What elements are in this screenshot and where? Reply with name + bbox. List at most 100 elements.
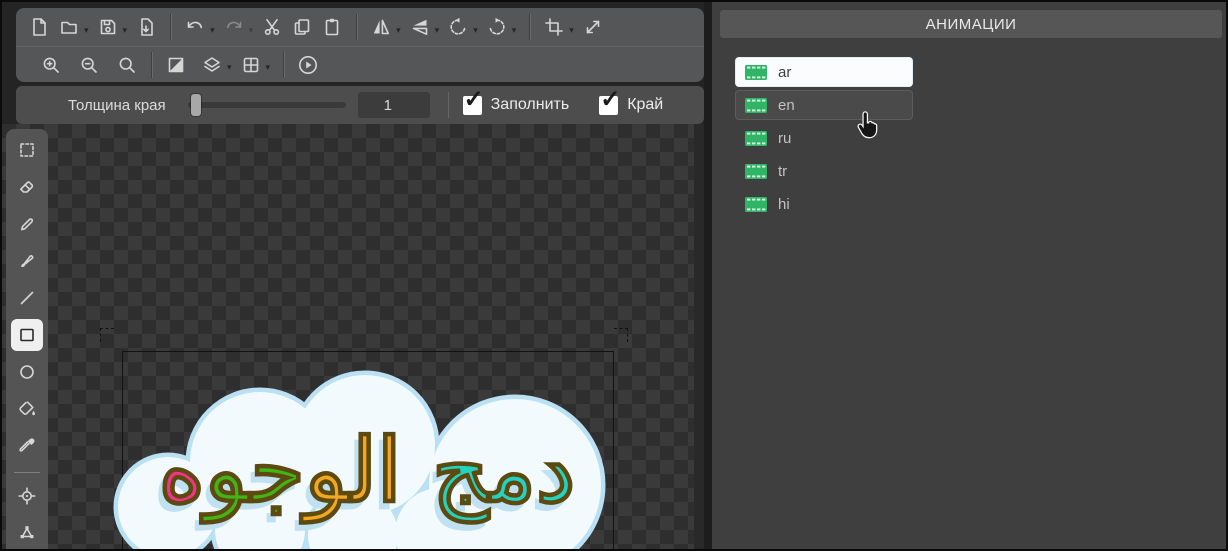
zoom-in-button[interactable] xyxy=(36,50,66,80)
film-icon xyxy=(745,65,767,80)
zoom-out-button[interactable] xyxy=(74,50,104,80)
fill-checkbox-label: Заполнить xyxy=(491,96,570,114)
hand-cursor-icon xyxy=(856,110,880,140)
artwork-arabic-text: دمج الوجوه xyxy=(132,412,602,532)
film-icon xyxy=(745,164,767,179)
zoom-reset-button[interactable] xyxy=(112,50,142,80)
flip-horizontal-caret[interactable]: ▾ xyxy=(396,25,401,36)
animation-label: ar xyxy=(778,64,791,81)
text-part-1: دمج xyxy=(432,421,575,520)
layers-caret[interactable]: ▾ xyxy=(227,62,232,73)
select-tool-button[interactable] xyxy=(11,134,43,166)
fill-checkbox-group[interactable]: ✓ Заполнить xyxy=(463,96,570,115)
open-file-caret[interactable]: ▾ xyxy=(84,25,89,36)
text-part-2: الو xyxy=(305,421,402,520)
check-icon: ✓ xyxy=(464,88,484,112)
grid-button[interactable] xyxy=(236,50,266,80)
editor-pane: دمج الوجوه ▾ ▾ ▾ ▾ ▾ xyxy=(2,2,704,551)
tool-separator xyxy=(14,472,40,473)
rotate-ccw-caret[interactable]: ▾ xyxy=(473,25,478,36)
undo-button[interactable] xyxy=(180,12,210,42)
toolbar-separator xyxy=(356,14,357,40)
animations-panel: АНИМАЦИИ ar en ru tr hi xyxy=(712,2,1228,551)
shape-nodes-tool-button[interactable] xyxy=(11,517,43,549)
selection-corner-top-right[interactable] xyxy=(614,328,628,342)
toolbar-row-2: ▾ ▾ xyxy=(16,46,704,82)
paste-button[interactable] xyxy=(317,12,347,42)
animation-label: ru xyxy=(778,130,791,147)
fill-checkbox[interactable]: ✓ xyxy=(463,96,482,115)
edge-thickness-slider[interactable] xyxy=(188,94,346,116)
animation-label: tr xyxy=(778,163,787,180)
animation-label: en xyxy=(778,97,795,114)
play-button[interactable] xyxy=(293,50,323,80)
pane-divider[interactable] xyxy=(704,2,712,551)
pencil-tool-button[interactable] xyxy=(11,208,43,240)
animation-item-tr[interactable]: tr xyxy=(736,157,912,185)
rotate-cw-caret[interactable]: ▾ xyxy=(512,25,517,36)
redo-button[interactable] xyxy=(219,12,249,42)
flip-horizontal-button[interactable] xyxy=(366,12,396,42)
text-part-4: ه xyxy=(159,421,205,520)
canvas-scrollbar[interactable] xyxy=(694,124,704,551)
toolbar-separator xyxy=(283,52,284,78)
grid-caret[interactable]: ▾ xyxy=(266,62,271,73)
invert-button[interactable] xyxy=(161,50,191,80)
fill-tool-button[interactable] xyxy=(11,393,43,425)
app-window: دمج الوجوه ▾ ▾ ▾ ▾ ▾ xyxy=(0,0,1228,551)
open-file-button[interactable] xyxy=(54,12,84,42)
flip-vertical-caret[interactable]: ▾ xyxy=(435,25,440,36)
redo-caret[interactable]: ▾ xyxy=(249,25,254,36)
film-icon xyxy=(745,131,767,146)
layers-button[interactable] xyxy=(197,50,227,80)
animation-label: hi xyxy=(778,196,790,213)
canvas[interactable]: دمج الوجوه xyxy=(2,124,704,551)
crop-caret[interactable]: ▾ xyxy=(569,25,574,36)
toolbar-separator xyxy=(170,14,171,40)
animation-item-hi[interactable]: hi xyxy=(736,190,912,218)
resize-button[interactable] xyxy=(578,12,608,42)
animations-panel-header: АНИМАЦИИ xyxy=(720,10,1222,38)
save-caret[interactable]: ▾ xyxy=(123,25,128,36)
crop-button[interactable] xyxy=(539,12,569,42)
import-file-button[interactable] xyxy=(131,12,161,42)
cut-button[interactable] xyxy=(257,12,287,42)
edge-thickness-input[interactable] xyxy=(358,92,430,118)
film-icon xyxy=(745,98,767,113)
line-tool-button[interactable] xyxy=(11,282,43,314)
selection-corner-top-left[interactable] xyxy=(100,328,114,342)
rotate-ccw-button[interactable] xyxy=(443,12,473,42)
slider-thumb[interactable] xyxy=(191,94,201,116)
animation-list: ar en ru tr hi xyxy=(736,58,912,223)
options-separator xyxy=(448,92,449,118)
animations-panel-title: АНИМАЦИИ xyxy=(926,16,1017,33)
tool-options-bar: Толщина края ✓ Заполнить ✓ Край xyxy=(16,86,704,124)
text-part-3: جو xyxy=(205,421,305,520)
copy-button[interactable] xyxy=(287,12,317,42)
tool-sidebar xyxy=(6,129,48,551)
animation-item-ru[interactable]: ru xyxy=(736,124,912,152)
edge-checkbox-label: Край xyxy=(627,96,663,114)
rectangle-tool-button[interactable] xyxy=(11,319,43,351)
toolbar-separator xyxy=(151,52,152,78)
center-tool-button[interactable] xyxy=(11,480,43,512)
edge-checkbox[interactable]: ✓ xyxy=(599,96,618,115)
flip-vertical-button[interactable] xyxy=(405,12,435,42)
toolbar-row-1: ▾ ▾ ▾ ▾ ▾ ▾ ▾ ▾ xyxy=(16,8,704,46)
ellipse-tool-button[interactable] xyxy=(11,356,43,388)
undo-caret[interactable]: ▾ xyxy=(210,25,215,36)
new-file-button[interactable] xyxy=(24,12,54,42)
eyedropper-tool-button[interactable] xyxy=(11,430,43,462)
brush-tool-button[interactable] xyxy=(11,245,43,277)
toolbar-separator xyxy=(529,14,530,40)
save-button[interactable] xyxy=(93,12,123,42)
edge-checkbox-group[interactable]: ✓ Край xyxy=(599,96,663,115)
edge-thickness-label: Толщина края xyxy=(68,97,166,114)
rotate-cw-button[interactable] xyxy=(482,12,512,42)
main-toolbar: ▾ ▾ ▾ ▾ ▾ ▾ ▾ ▾ xyxy=(16,8,704,82)
slider-track[interactable] xyxy=(188,102,346,108)
animation-item-en[interactable]: en xyxy=(736,91,912,119)
eraser-tool-button[interactable] xyxy=(11,171,43,203)
check-icon: ✓ xyxy=(600,88,620,112)
animation-item-ar[interactable]: ar xyxy=(736,58,912,86)
